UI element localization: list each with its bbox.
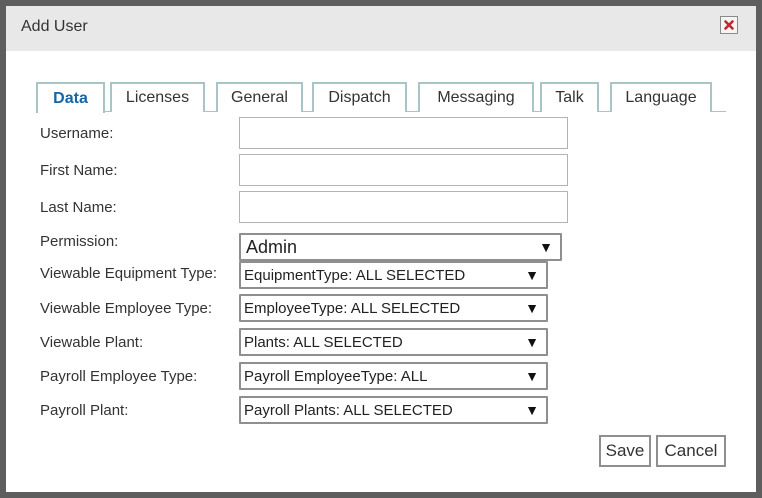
permission-value: Admin [246,236,298,257]
payroll-plant-value: Payroll Plants: ALL SELECTED [244,401,453,419]
tab-label: General [231,89,288,106]
chevron-down-icon: ▼ [525,402,539,418]
viewable-employee-type-select[interactable]: EmployeeType: ALL SELECTED ▼ [239,294,548,322]
dialog-titlebar: Add User [6,6,756,51]
username-label: Username: [40,125,114,142]
payroll-employee-type-select[interactable]: Payroll EmployeeType: ALL ▼ [239,362,548,390]
chevron-down-icon: ▼ [525,334,539,350]
tab-messaging[interactable]: Messaging [418,82,534,112]
first-name-label: First Name: [40,162,118,179]
tab-data[interactable]: Data [36,82,105,113]
last-name-label: Last Name: [40,199,117,216]
first-name-input[interactable] [239,154,568,186]
chevron-down-icon: ▼ [539,239,553,255]
tab-label: Dispatch [328,89,391,106]
close-button[interactable] [720,16,738,34]
username-input[interactable] [239,117,568,149]
viewable-employee-type-value: EmployeeType: ALL SELECTED [244,299,461,317]
tab-language[interactable]: Language [610,82,712,112]
tab-label: Messaging [437,89,515,106]
tab-label: Talk [555,89,584,106]
payroll-employee-type-value: Payroll EmployeeType: ALL [244,367,428,385]
payroll-plant-label: Payroll Plant: [40,402,129,419]
tab-talk[interactable]: Talk [540,82,599,112]
last-name-input[interactable] [239,191,568,223]
payroll-plant-select[interactable]: Payroll Plants: ALL SELECTED ▼ [239,396,548,424]
cancel-button[interactable]: Cancel [656,435,726,467]
add-user-dialog: Add User Data Licenses General Dispatch … [0,0,762,498]
dialog-title: Add User [21,18,88,35]
chevron-down-icon: ▼ [525,368,539,384]
tab-dispatch[interactable]: Dispatch [312,82,407,112]
payroll-employee-type-label: Payroll Employee Type: [40,368,198,385]
tab-general[interactable]: General [216,82,303,112]
viewable-equipment-type-label: Viewable Equipment Type: [40,265,218,282]
tab-label: Licenses [125,89,190,106]
tab-label: Language [625,89,697,106]
viewable-equipment-type-value: EquipmentType: ALL SELECTED [244,266,466,284]
viewable-equipment-type-select[interactable]: EquipmentType: ALL SELECTED ▼ [239,261,548,289]
viewable-plant-select[interactable]: Plants: ALL SELECTED ▼ [239,328,548,356]
save-button[interactable]: Save [599,435,651,467]
permission-select[interactable]: Admin ▼ [239,233,562,261]
tab-label: Data [53,89,88,107]
viewable-employee-type-label: Viewable Employee Type: [40,300,213,317]
chevron-down-icon: ▼ [525,267,539,283]
viewable-plant-label: Viewable Plant: [40,334,144,351]
permission-label: Permission: [40,233,119,250]
close-icon [724,20,734,30]
viewable-plant-value: Plants: ALL SELECTED [244,333,403,351]
chevron-down-icon: ▼ [525,300,539,316]
tab-licenses[interactable]: Licenses [110,82,205,112]
